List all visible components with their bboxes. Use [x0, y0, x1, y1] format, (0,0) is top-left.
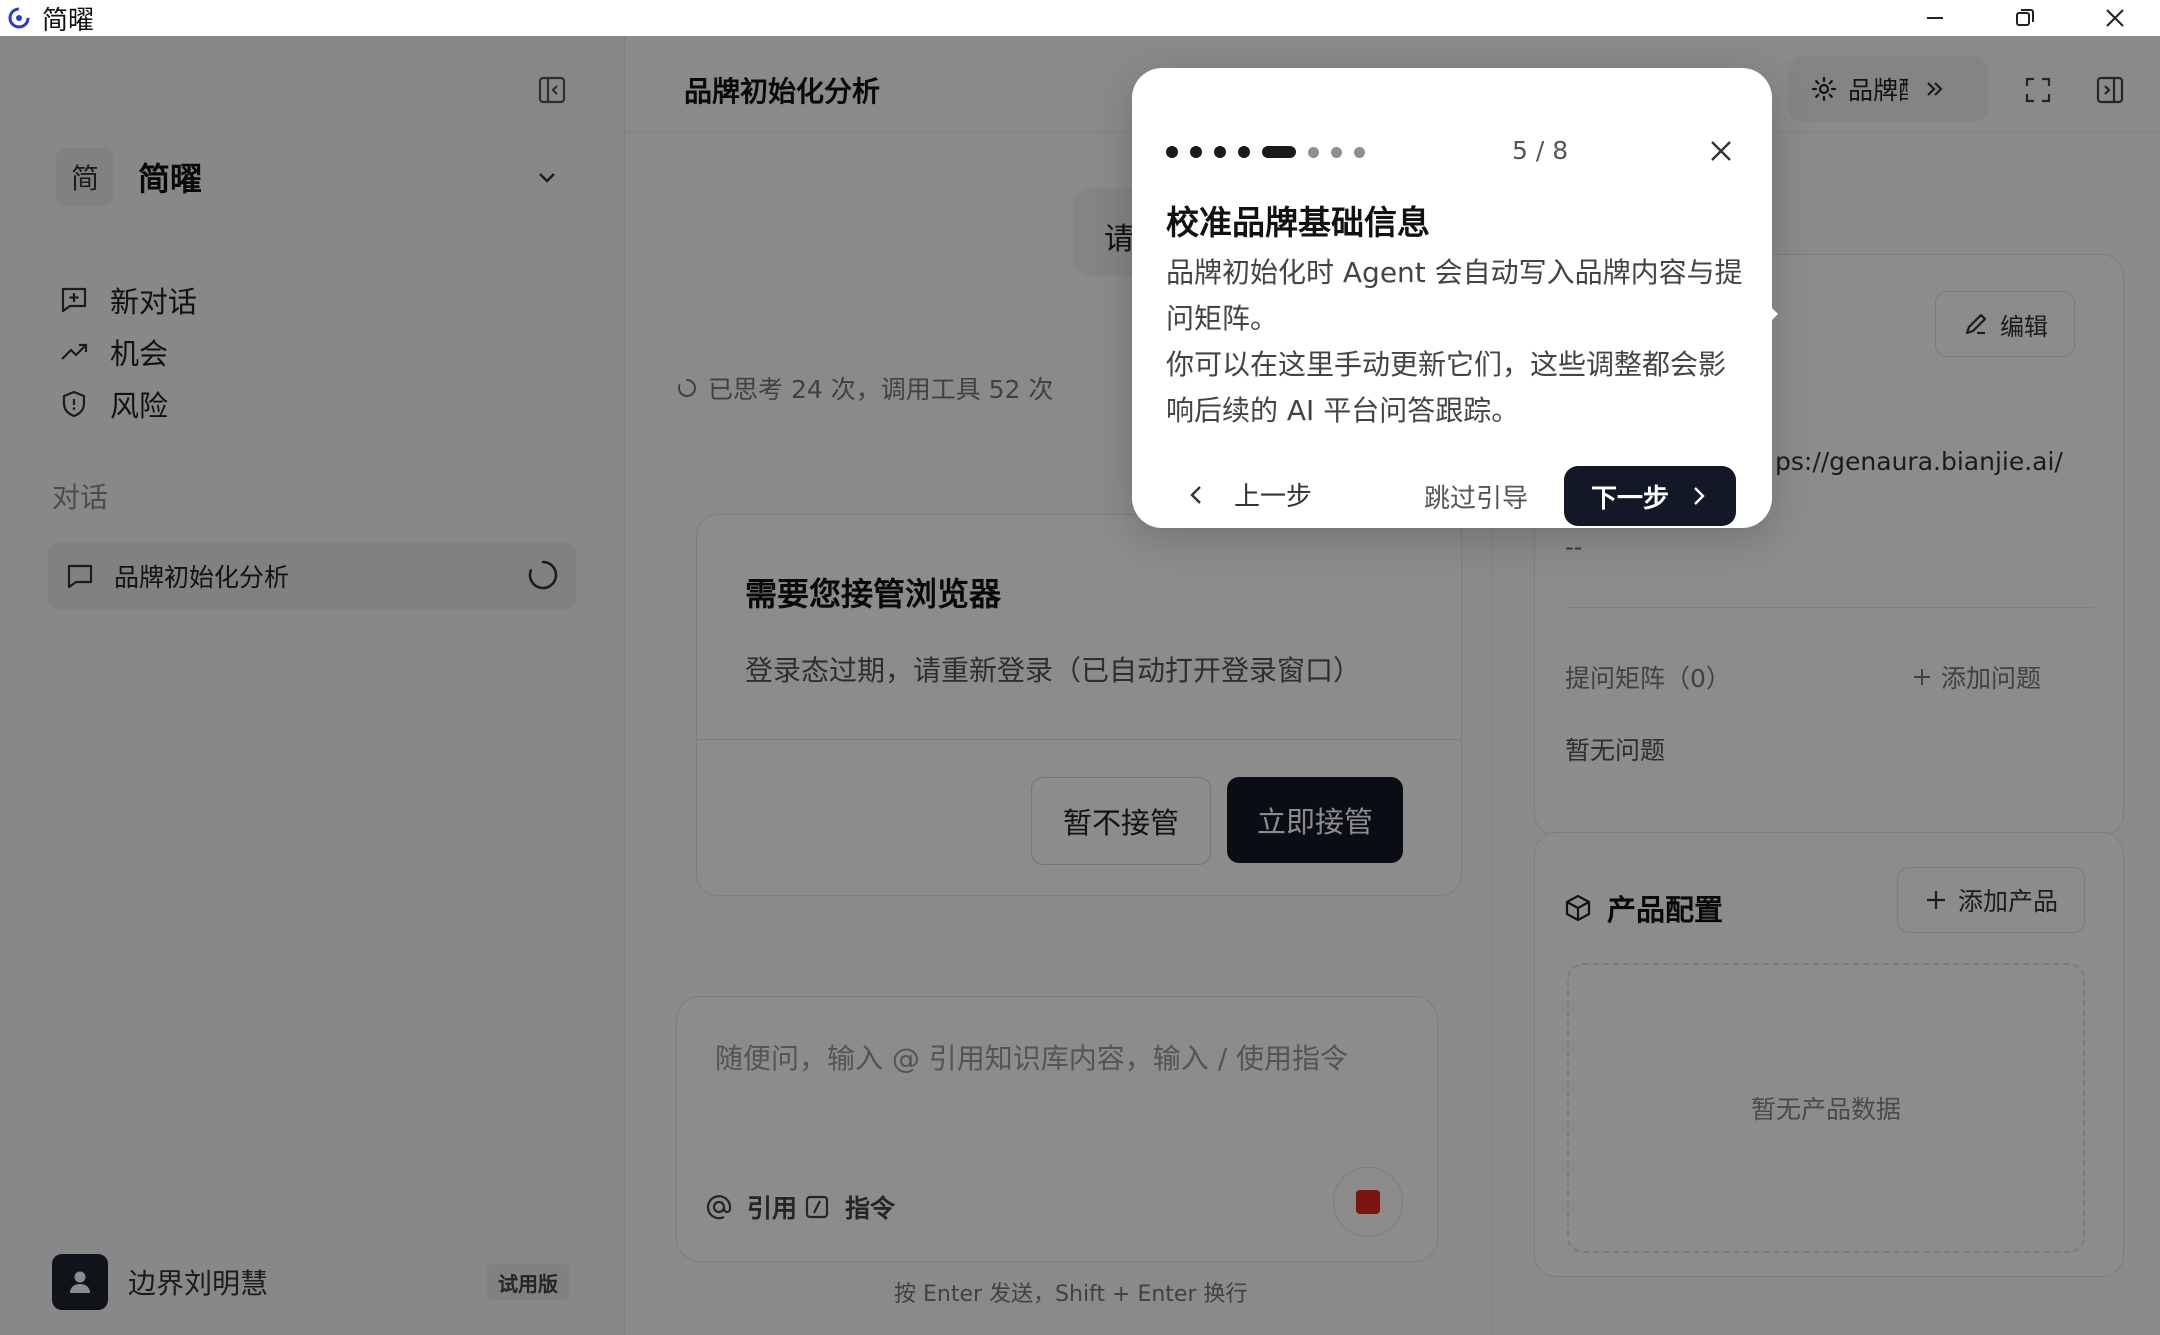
popover-arrow — [1764, 300, 1778, 328]
step-dot[interactable] — [1331, 146, 1342, 158]
window-title: 简曜 — [42, 5, 95, 36]
tour-title: 校准品牌基础信息 — [1166, 203, 1430, 242]
modal-overlay[interactable] — [0, 36, 2160, 1335]
close-tour-button[interactable] — [1704, 134, 1738, 168]
chevron-left-icon — [1190, 485, 1201, 504]
restore-button[interactable] — [1980, 0, 2070, 36]
close-window-button[interactable] — [2070, 0, 2160, 36]
tour-progress-dots — [1166, 146, 1377, 158]
step-dot[interactable] — [1238, 146, 1250, 158]
step-dot-active[interactable] — [1262, 146, 1296, 158]
minimize-button[interactable] — [1890, 0, 1980, 36]
tour-next-label: 下一步 — [1590, 483, 1669, 514]
step-dot[interactable] — [1354, 146, 1365, 158]
tour-body-line: 你可以在这里手动更新它们，这些调整都会影响后续的 AI 平台问答跟踪。 — [1166, 348, 1727, 427]
onboarding-tour-popover: 5 / 8 校准品牌基础信息 品牌初始化时 Agent 会自动写入品牌内容与提问… — [1132, 68, 1778, 528]
tour-prev-label: 上一步 — [1234, 482, 1313, 512]
step-dot[interactable] — [1214, 146, 1226, 158]
tour-next-button[interactable]: 下一步 — [1564, 466, 1736, 526]
step-dot[interactable] — [1166, 146, 1178, 158]
tour-prev-button[interactable]: 上一步 — [1186, 476, 1312, 513]
app-root: 简 简曜 新对话 机会 风险 对话 品牌初始化分析 边界刘明慧 试用版 品牌初始… — [0, 36, 2160, 1335]
tour-body: 品牌初始化时 Agent 会自动写入品牌内容与提问矩阵。 你可以在这里手动更新它… — [1166, 250, 1752, 434]
step-dot[interactable] — [1308, 146, 1319, 158]
tour-step-count: 5 / 8 — [1512, 136, 1569, 165]
close-icon — [1711, 141, 1731, 161]
tour-body-line: 品牌初始化时 Agent 会自动写入品牌内容与提问矩阵。 — [1166, 256, 1743, 335]
skip-tour-button[interactable]: 跳过引导 — [1424, 478, 1528, 515]
step-dot[interactable] — [1190, 146, 1202, 158]
window-titlebar: 简曜 — [0, 0, 2160, 36]
close-icon — [2106, 9, 2124, 27]
app-logo-icon — [6, 5, 32, 31]
chevron-right-icon — [1694, 487, 1705, 505]
minimize-icon — [1927, 17, 1943, 19]
restore-icon — [2016, 9, 2034, 26]
